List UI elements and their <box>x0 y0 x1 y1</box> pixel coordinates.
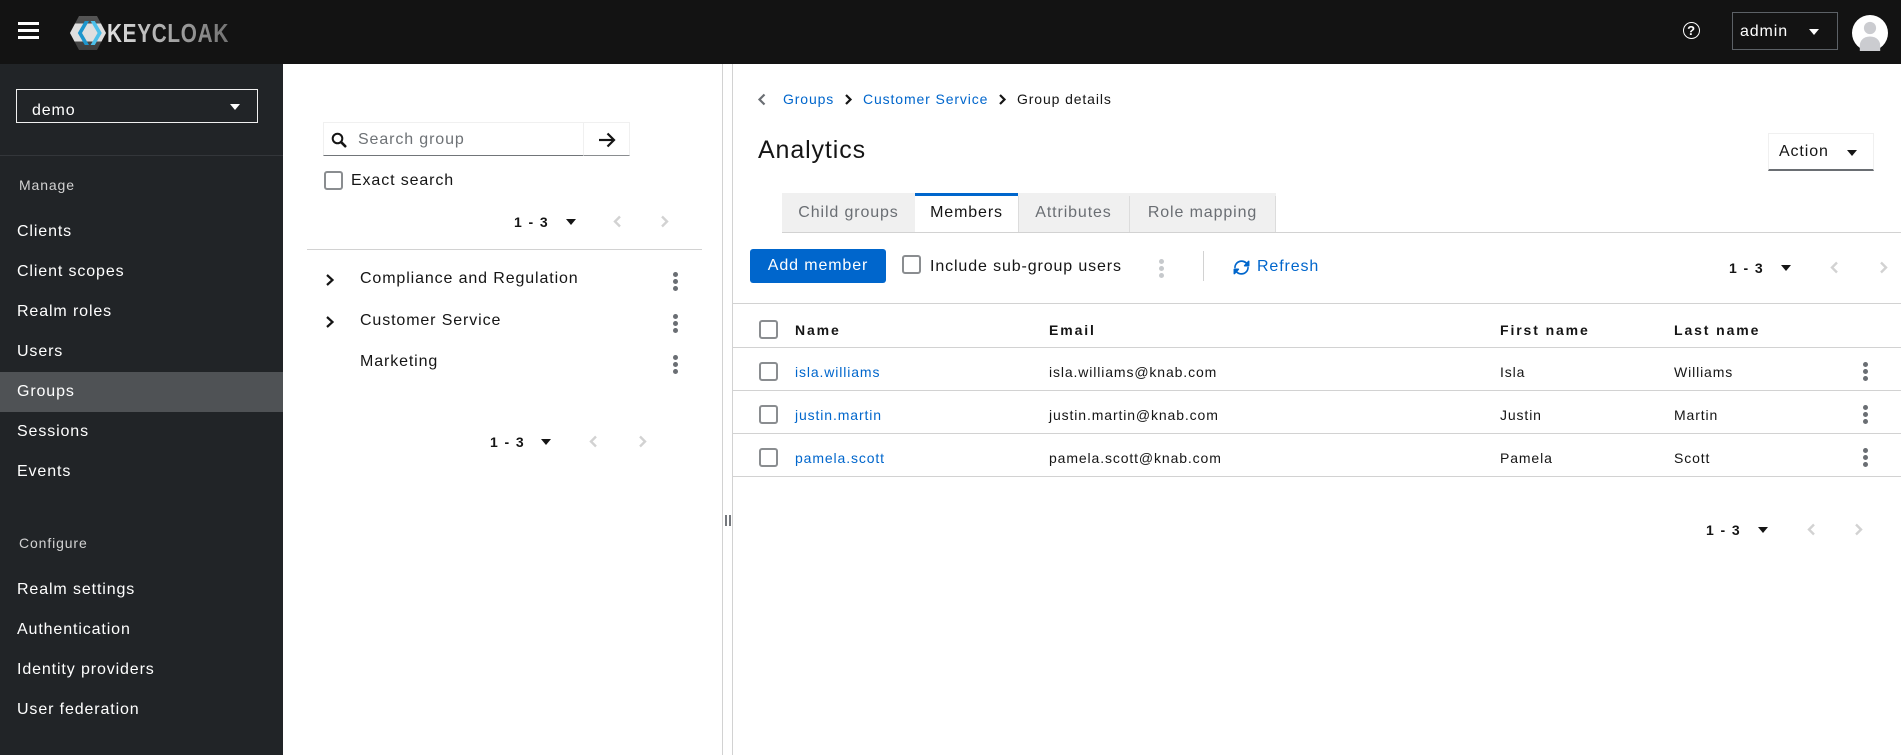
svg-text:KEYCLOAK: KEYCLOAK <box>107 18 229 48</box>
